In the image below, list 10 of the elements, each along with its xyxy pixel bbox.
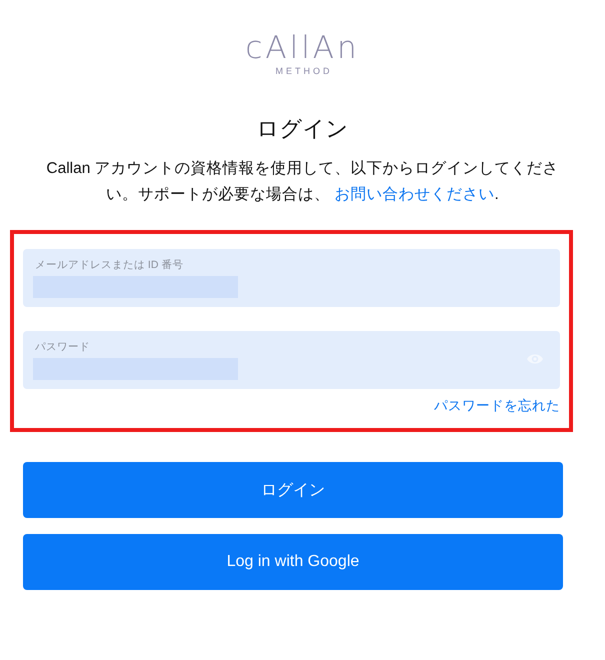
field-label: パスワード (34, 340, 91, 355)
google-login-button[interactable]: Log in with Google (23, 534, 563, 590)
logo-wordmark: cAllAn (245, 32, 360, 64)
contact-link[interactable]: お問い合わせください (334, 186, 494, 203)
forgot-password-link[interactable]: パスワードを忘れた (434, 397, 560, 415)
logo-tagline: METHOD (274, 66, 332, 76)
page-title: ログイン (256, 115, 350, 143)
field-label: メールアドレスまたは ID 番号 (34, 258, 184, 273)
login-button[interactable]: ログイン (23, 462, 563, 518)
intro-text: Callan アカウントの資格情報を使用して、以下からログインしてください。サポートが必要な場合は、 お問い合わせください. (45, 159, 560, 205)
